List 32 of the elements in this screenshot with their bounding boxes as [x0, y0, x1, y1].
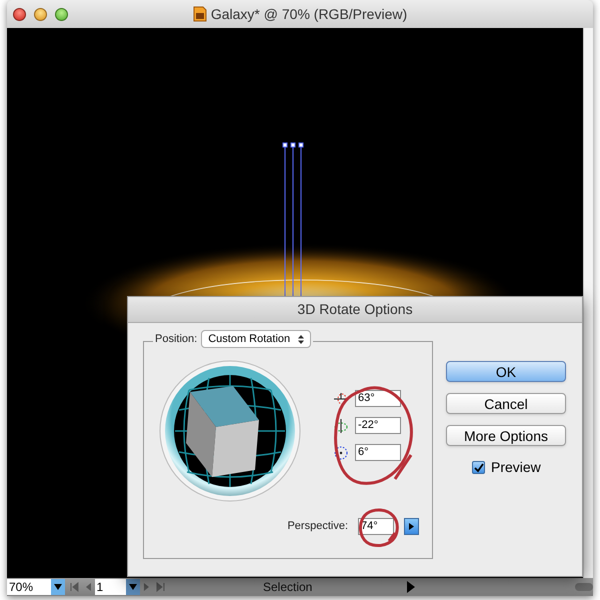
- preview-label: Preview: [491, 458, 541, 477]
- position-label: Position:: [155, 332, 198, 347]
- perspective-label: Perspective:: [287, 519, 348, 534]
- x-axis-rotation-icon: [333, 390, 349, 406]
- rotation-trackball-drawing[interactable]: [159, 360, 301, 502]
- close-icon[interactable]: [13, 8, 26, 20]
- y-axis-rotation-icon: [333, 418, 349, 434]
- dialog-button[interactable]: More Options: [446, 425, 566, 446]
- minimize-icon[interactable]: [34, 8, 47, 20]
- document-file-icon: [192, 6, 207, 22]
- hand-drawn-circle-drawing: [357, 507, 401, 549]
- current-tool-label[interactable]: Selection: [262, 578, 312, 596]
- menu-arrow-icon[interactable]: [407, 581, 416, 593]
- rotation-angle-field[interactable]: -22°: [355, 417, 401, 434]
- dialog-button[interactable]: Cancel: [446, 393, 566, 414]
- rotation-angle-field[interactable]: 6°: [355, 444, 401, 461]
- perspective-field[interactable]: 74°: [358, 518, 394, 535]
- play-arrow-icon: [409, 523, 414, 530]
- page-field[interactable]: 1: [94, 579, 126, 595]
- stepper-arrows-icon: [298, 334, 304, 344]
- dialog-button[interactable]: OK: [446, 361, 566, 382]
- window-title: Galaxy* @ 70% (RGB/Preview): [210, 4, 408, 24]
- preview-checkbox[interactable]: [472, 461, 485, 474]
- zoom-icon[interactable]: [55, 8, 68, 20]
- dialog-title: 3D Rotate Options: [297, 300, 413, 319]
- horizontal-scroll-thumb[interactable]: [575, 583, 594, 591]
- z-axis-rotation-icon: [333, 444, 349, 460]
- vertical-scrollbar[interactable]: [583, 28, 593, 578]
- position-dropdown[interactable]: Custom Rotation: [201, 330, 312, 348]
- slider-popup-button[interactable]: [404, 518, 419, 535]
- zoom-field[interactable]: 70%: [7, 579, 51, 595]
- dropdown-icon[interactable]: [50, 579, 65, 595]
